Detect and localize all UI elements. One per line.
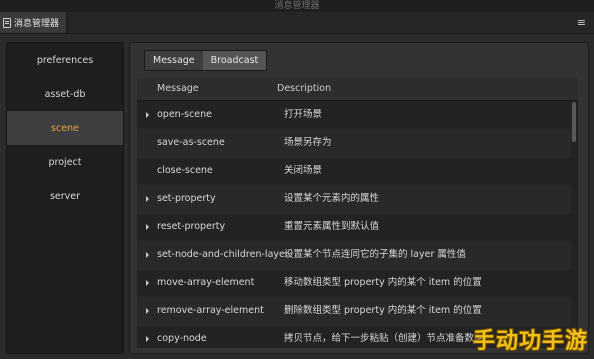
- message-name: reset-property: [157, 221, 226, 232]
- sidebar-item-scene[interactable]: scene: [7, 111, 123, 145]
- message-name: remove-array-element: [157, 305, 264, 316]
- expand-caret-icon[interactable]: [146, 252, 149, 258]
- message-type-tabs: Message Broadcast: [144, 50, 268, 71]
- message-description: 重置元素属性到默认值: [284, 221, 380, 232]
- message-name: set-node-and-children-layer: [157, 249, 289, 260]
- message-description: 打开场景: [284, 109, 323, 120]
- table-row[interactable]: open-scene 打开场景: [137, 101, 571, 130]
- expand-caret-icon[interactable]: [146, 196, 149, 202]
- message-name: move-array-element: [157, 277, 255, 288]
- table-row[interactable]: set-property 设置某个元素内的属性: [137, 185, 571, 214]
- message-description: 设置某个节点连同它的子集的 layer 属性值: [284, 249, 466, 260]
- column-header-description[interactable]: Description: [277, 78, 331, 100]
- table-row[interactable]: move-array-element 移动数组类型 property 内的某个 …: [137, 269, 571, 298]
- table-row[interactable]: close-scene 关闭场景: [137, 157, 571, 186]
- panel-tab[interactable]: 消息管理器: [0, 12, 67, 33]
- panel-tab-label: 消息管理器: [14, 19, 60, 29]
- table-row[interactable]: save-as-scene 场景另存为: [137, 129, 571, 158]
- table-header: Message Description: [137, 78, 578, 101]
- column-header-message[interactable]: Message: [157, 78, 199, 100]
- message-description: 设置某个元素内的属性: [284, 193, 380, 204]
- expand-caret-icon[interactable]: [146, 336, 149, 342]
- message-name: open-scene: [157, 109, 213, 120]
- sidebar-item-label: preferences: [36, 54, 94, 66]
- message-description: 删除数组类型 property 内的某个 item 的位置: [284, 305, 482, 316]
- sidebar-item-label: scene: [51, 122, 79, 134]
- message-table: Message Description open-scene 打开场景 save…: [137, 78, 578, 348]
- message-name: close-scene: [157, 165, 213, 176]
- panel-tabbar: 消息管理器 ≡: [0, 12, 594, 34]
- expand-caret-icon[interactable]: [146, 308, 149, 314]
- sidebar-item-project[interactable]: project: [7, 145, 123, 179]
- sidebar-item-label: server: [49, 190, 81, 202]
- message-name: set-property: [157, 193, 216, 204]
- table-row[interactable]: remove-array-element 删除数组类型 property 内的某…: [137, 297, 571, 326]
- hamburger-menu-icon[interactable]: ≡: [577, 16, 586, 29]
- message-description: 关闭场景: [284, 165, 323, 176]
- window-title: 消息管理器: [0, 0, 594, 12]
- tab-broadcast[interactable]: Broadcast: [202, 51, 267, 70]
- expand-caret-icon[interactable]: [146, 224, 149, 230]
- message-name: save-as-scene: [157, 137, 225, 148]
- tab-message[interactable]: Message: [145, 51, 203, 70]
- sidebar-item-server[interactable]: server: [7, 179, 123, 213]
- document-icon: [3, 17, 11, 28]
- sidebar-item-asset-db[interactable]: asset-db: [7, 77, 123, 111]
- expand-caret-icon[interactable]: [146, 112, 149, 118]
- sidebar-item-preferences[interactable]: preferences: [7, 43, 123, 77]
- table-row[interactable]: reset-property 重置元素属性到默认值: [137, 213, 571, 242]
- table-row[interactable]: set-node-and-children-layer 设置某个节点连同它的子集…: [137, 241, 571, 270]
- watermark-logo: 手动功手游: [472, 329, 588, 354]
- message-description: 场景另存为: [284, 137, 332, 148]
- table-scrollbar[interactable]: [572, 102, 576, 142]
- message-name: copy-node: [157, 333, 207, 344]
- sidebar-item-label: asset-db: [44, 88, 86, 100]
- message-description: 拷贝节点，给下一步粘贴（创建）节点准备数据: [284, 333, 484, 344]
- sidebar-item-label: project: [48, 156, 82, 168]
- sidebar: preferences asset-db scene project serve…: [6, 42, 124, 354]
- expand-caret-icon[interactable]: [146, 280, 149, 286]
- message-description: 移动数组类型 property 内的某个 item 的位置: [284, 277, 482, 288]
